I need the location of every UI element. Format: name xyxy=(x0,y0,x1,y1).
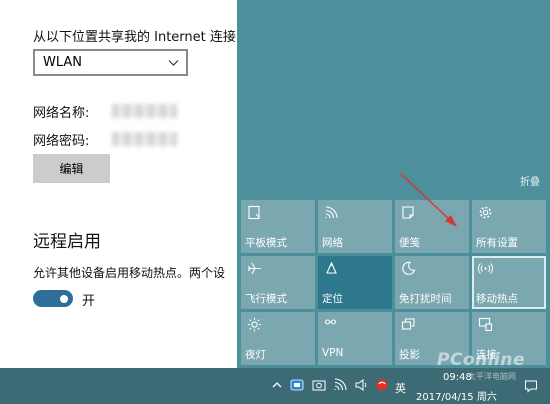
allow-remote-description: 允许其他设备启用移动热点。两个设 xyxy=(33,266,226,280)
network-password-label: 网络密码: xyxy=(33,134,90,149)
tile-label: 平板模式 xyxy=(245,237,287,249)
app-tray-icon[interactable] xyxy=(290,378,304,392)
chevron-down-icon xyxy=(168,60,179,66)
tile-label: 便笺 xyxy=(399,237,420,249)
tile-label: 投影 xyxy=(399,349,420,361)
chevron-up-icon[interactable] xyxy=(270,378,284,392)
tile-label: 夜灯 xyxy=(245,349,266,361)
tile-label: 免打扰时间 xyxy=(399,293,452,305)
tile-note[interactable]: 便笺 xyxy=(395,200,469,253)
airplane-icon xyxy=(248,262,261,275)
watermark-subtitle: 太平洋电脑网 xyxy=(468,372,516,381)
tile-label: 飞行模式 xyxy=(245,293,287,305)
network-name-value-blurred xyxy=(112,104,177,118)
ime-indicator[interactable]: 英 xyxy=(395,380,406,396)
tile-quiet-hours[interactable]: 免打扰时间 xyxy=(395,256,469,309)
project-icon xyxy=(401,318,415,330)
volume-icon[interactable] xyxy=(355,378,369,392)
hotspot-settings-pane: 从以下位置共享我的 Internet 连接 WLAN 网络名称: 网络密码: 编… xyxy=(0,0,237,368)
tile-night-light[interactable]: 夜灯 xyxy=(241,312,315,365)
network-password-value-blurred xyxy=(112,132,177,146)
connection-dropdown-value: WLAN xyxy=(43,55,83,70)
tile-all-settings[interactable]: 所有设置 xyxy=(472,200,546,253)
network-icon xyxy=(325,206,338,219)
camera-tray-icon[interactable] xyxy=(312,378,326,392)
vpn-icon xyxy=(324,319,337,325)
watermark-logo: PConline xyxy=(437,350,526,370)
tablet-mode-icon xyxy=(248,205,260,220)
tile-label: VPN xyxy=(322,347,344,359)
clock-date[interactable]: 2017/04/15 周六 xyxy=(416,388,497,403)
wifi-icon[interactable] xyxy=(334,378,348,392)
remote-enable-title: 远程启用 xyxy=(33,232,101,252)
tile-label: 定位 xyxy=(322,293,343,305)
tile-location[interactable]: 定位 xyxy=(318,256,392,309)
notification-icon[interactable] xyxy=(524,379,538,393)
hotspot-icon xyxy=(478,263,493,274)
tile-label: 所有设置 xyxy=(476,237,518,249)
toggle-state-label: 开 xyxy=(82,294,96,309)
tile-label: 移动热点 xyxy=(476,293,518,305)
tile-airplane-mode[interactable]: 飞行模式 xyxy=(241,256,315,309)
share-connection-label: 从以下位置共享我的 Internet 连接 xyxy=(33,30,236,45)
moon-icon xyxy=(402,261,416,275)
tile-network[interactable]: 网络 xyxy=(318,200,392,253)
connect-icon xyxy=(478,317,493,332)
location-icon xyxy=(326,261,337,274)
brightness-icon xyxy=(247,317,262,332)
tile-label: 网络 xyxy=(322,237,343,249)
antivirus-icon[interactable] xyxy=(375,378,389,392)
settings-gear-icon xyxy=(479,206,492,219)
tile-mobile-hotspot[interactable]: 移动热点 xyxy=(472,256,546,309)
tile-tablet-mode[interactable]: 平板模式 xyxy=(241,200,315,253)
action-center: 折叠 平板模式 网络 便笺 所有设置 飞行模式 定位 免打扰时间 移动热点 夜灯… xyxy=(237,0,550,368)
network-name-label: 网络名称: xyxy=(33,106,90,121)
note-icon xyxy=(402,206,414,219)
collapse-link[interactable]: 折叠 xyxy=(520,173,540,188)
edit-button[interactable]: 编辑 xyxy=(33,154,110,183)
connection-dropdown[interactable]: WLAN xyxy=(33,49,188,76)
toggle-knob xyxy=(60,294,68,303)
remote-enable-toggle[interactable] xyxy=(33,290,73,307)
tile-vpn[interactable]: VPN xyxy=(318,312,392,365)
